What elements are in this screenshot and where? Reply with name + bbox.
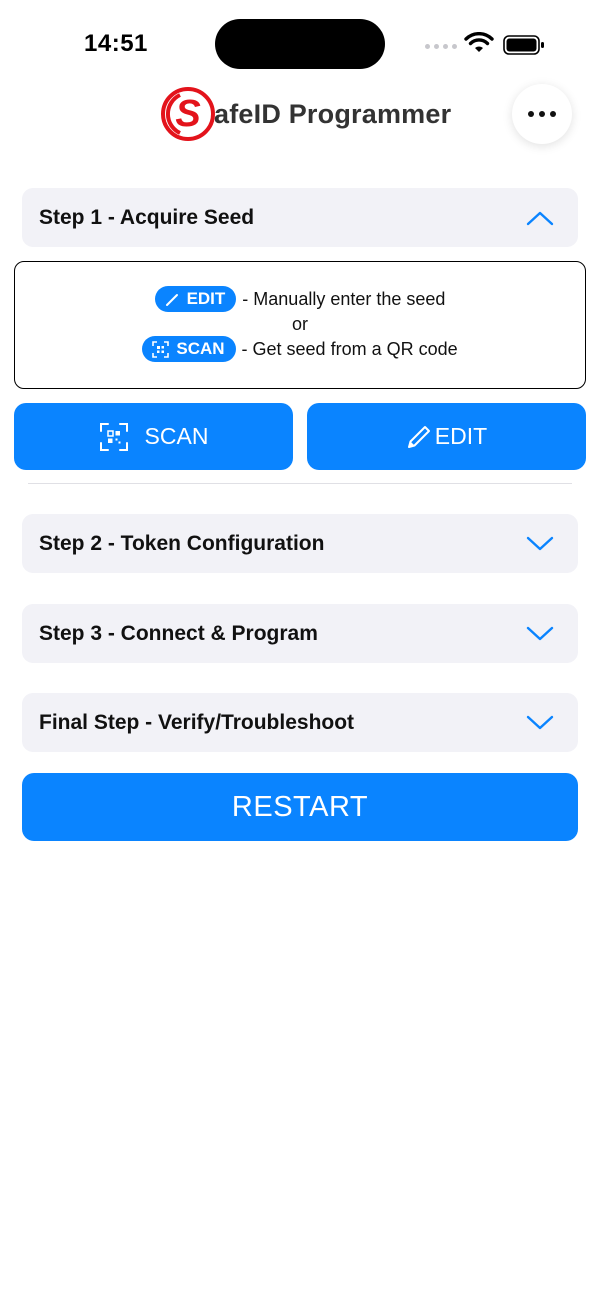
restart-button[interactable]: RESTART (22, 773, 578, 841)
pencil-icon (165, 293, 178, 306)
chevron-down-icon (526, 715, 554, 729)
battery-icon (503, 35, 544, 55)
edit-instruction-line: EDIT - Manually enter the seed (15, 286, 585, 312)
scan-badge: SCAN (142, 336, 236, 362)
safeid-logo: S (161, 87, 215, 141)
divider (28, 483, 572, 484)
step-3-label: Step 3 - Connect & Program (39, 621, 318, 645)
chevron-down-icon (526, 626, 554, 640)
cellular-signal-icon (425, 44, 457, 49)
edit-instruction-text: - Manually enter the seed (242, 288, 446, 309)
dynamic-island (215, 19, 385, 69)
final-step-header[interactable]: Final Step - Verify/Troubleshoot (22, 693, 578, 752)
svg-text:S: S (175, 93, 200, 135)
scan-button-label: SCAN (144, 423, 209, 449)
edit-button-label: EDIT (434, 423, 488, 449)
seed-instructions: EDIT - Manually enter the seed or SCAN -… (14, 261, 586, 389)
pencil-icon (407, 425, 430, 448)
step-1-label: Step 1 - Acquire Seed (39, 205, 255, 229)
scan-instruction-text: - Get seed from a QR code (241, 338, 458, 359)
qr-scan-icon (152, 340, 170, 358)
scan-button[interactable]: SCAN (14, 403, 293, 470)
step-2-header[interactable]: Step 2 - Token Configuration (22, 514, 578, 573)
chevron-down-icon (526, 536, 554, 550)
status-bar: 14:51 (0, 0, 600, 90)
instruction-or: or (291, 314, 308, 334)
scan-instruction-line: SCAN - Get seed from a QR code (15, 336, 585, 362)
restart-button-label: RESTART (231, 790, 369, 823)
status-time: 14:51 (84, 30, 148, 57)
qr-scan-icon (99, 422, 128, 451)
chevron-up-icon (526, 211, 554, 225)
step-2-label: Step 2 - Token Configuration (39, 531, 325, 555)
step-1-header[interactable]: Step 1 - Acquire Seed (22, 188, 578, 247)
final-step-label: Final Step - Verify/Troubleshoot (39, 710, 355, 734)
more-icon (528, 111, 534, 117)
more-options-button[interactable] (512, 84, 572, 144)
edit-badge: EDIT (154, 286, 237, 312)
app-header: S afeID Programmer (160, 84, 451, 144)
step-3-header[interactable]: Step 3 - Connect & Program (22, 604, 578, 663)
app-title: afeID Programmer (214, 98, 452, 129)
edit-button[interactable]: EDIT (307, 403, 586, 470)
wifi-icon (464, 32, 494, 52)
